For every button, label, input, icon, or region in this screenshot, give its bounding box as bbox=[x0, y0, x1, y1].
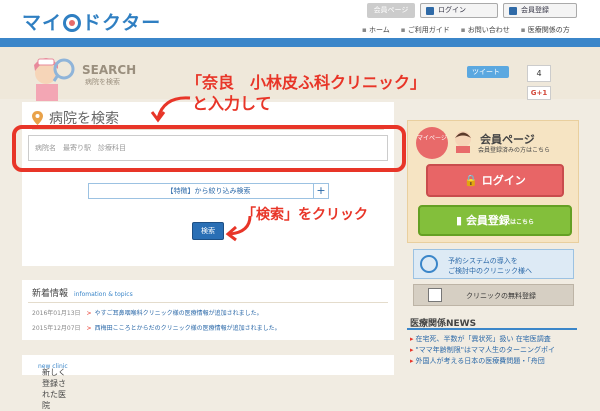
member-face-icon bbox=[455, 131, 471, 153]
free-register-label: クリニックの無料登録 bbox=[466, 292, 536, 300]
logo-text-2: ドクター bbox=[82, 12, 162, 34]
logo-text-1: マイ bbox=[22, 12, 63, 34]
curved-arrow-icon bbox=[225, 215, 252, 242]
sidebar-login-button[interactable]: 🔒 ログイン bbox=[426, 164, 564, 197]
header-register-button[interactable]: 会員登録 bbox=[503, 3, 577, 18]
tweet-button[interactable]: ツイート bbox=[467, 66, 509, 78]
medical-news-item[interactable]: 在宅死、半数が「異状死」扱い 在宅医調査 bbox=[410, 334, 551, 344]
header-login-label: ログイン bbox=[438, 6, 466, 14]
top-buttons: 会員ページ ログイン 会員登録 bbox=[367, 3, 577, 18]
share-count: 4 bbox=[527, 65, 551, 82]
new-clinic-panel: 新しく登録された医院 new clinic bbox=[22, 355, 394, 410]
arrow-icon: > bbox=[86, 325, 92, 332]
logo-mark-icon bbox=[63, 14, 82, 32]
news-link[interactable]: やすご耳鼻咽喉科クリニック様の医療情報が追加されました。 bbox=[95, 310, 263, 317]
hero-search-title: SEARCH bbox=[82, 63, 137, 77]
mypage-badge: マイページ bbox=[416, 127, 448, 159]
gplus-button[interactable]: G+1 bbox=[527, 86, 551, 100]
curved-arrow-icon bbox=[150, 96, 191, 123]
member-box-subtitle: 会員登録済みの方はこちら bbox=[478, 147, 551, 154]
news-panel: 新着情報 infomation & topics 2016年01月13日 > やすご耳… bbox=[22, 280, 394, 340]
site-logo[interactable]: マイ ドクター bbox=[22, 8, 161, 35]
book-icon bbox=[509, 6, 517, 15]
news-item[interactable]: 2016年01月13日 > やすご耳鼻咽喉科クリニック様の医療情報が追加されました。 bbox=[32, 308, 263, 318]
news-title: 新着情報 bbox=[32, 289, 69, 299]
global-nav: ホーム ご利用ガイド お問い合わせ 医療関係の方 bbox=[362, 25, 570, 35]
news-date: 2016年01月13日 bbox=[32, 310, 81, 317]
tweet-label: ツイート bbox=[472, 68, 500, 76]
header-blue-bar bbox=[0, 38, 600, 47]
feature-filter-button[interactable]: 【特徴】から絞り込み検索 + bbox=[88, 183, 329, 199]
plus-icon[interactable]: + bbox=[313, 183, 329, 199]
sidebar-register-label: 会員登録 bbox=[465, 214, 510, 227]
news-subtitle: infomation & topics bbox=[74, 291, 133, 298]
input-highlight-box bbox=[12, 125, 406, 172]
medical-news-item[interactable]: 外国人が考える日本の医療費問題・「舟団 bbox=[410, 356, 545, 366]
system-intro-line2: ご検討中のクリニック様へ bbox=[448, 267, 532, 275]
sidebar-register-suffix: はこちら bbox=[509, 219, 534, 226]
new-clinic-title: 新しく登録された医院 bbox=[42, 368, 66, 410]
medical-news-item[interactable]: "ママ年齢制限"はママ人生のターニングポイ bbox=[410, 345, 555, 355]
system-intro-line1: 予約システムの導入を bbox=[448, 257, 518, 265]
nav-medical[interactable]: 医療関係の方 bbox=[521, 25, 570, 35]
stethoscope-icon bbox=[420, 255, 438, 273]
news-date: 2015年12月07日 bbox=[32, 325, 81, 332]
member-page-tab[interactable]: 会員ページ bbox=[367, 3, 415, 18]
instruction-step1-line2: と入力して bbox=[192, 94, 272, 113]
header-login-button[interactable]: ログイン bbox=[420, 3, 498, 18]
free-register-banner[interactable]: クリニックの無料登録 bbox=[413, 284, 574, 306]
filter-label: 【特徴】から絞り込み検索 bbox=[166, 187, 251, 195]
member-box: マイページ 会員ページ 会員登録済みの方はこちら 🔒 ログイン ▮ 会員登録はこ… bbox=[407, 120, 579, 243]
instruction-step2: 「検索」をクリック bbox=[242, 207, 368, 223]
news-item[interactable]: 2015年12月07日 > 西梅田こころとからだのクリニック様の医療情報が追加されま… bbox=[32, 323, 281, 333]
sidebar-login-label: ログイン bbox=[481, 174, 526, 187]
book-icon: ▮ bbox=[456, 214, 466, 227]
header-register-label: 会員登録 bbox=[521, 6, 549, 14]
lock-icon: 🔒 bbox=[464, 174, 482, 187]
nav-guide[interactable]: ご利用ガイド bbox=[401, 25, 450, 35]
divider bbox=[407, 328, 577, 330]
nurse-illustration-icon bbox=[34, 58, 75, 101]
search-button[interactable]: 検索 bbox=[192, 222, 224, 240]
hero-search-subtitle: 病院を検索 bbox=[85, 78, 120, 86]
document-icon bbox=[428, 288, 442, 302]
sidebar-register-button[interactable]: ▮ 会員登録はこちら bbox=[418, 205, 572, 236]
news-header: 新着情報 infomation & topics bbox=[32, 286, 133, 299]
nav-contact[interactable]: お問い合わせ bbox=[461, 25, 510, 35]
divider bbox=[28, 302, 388, 303]
top-header: マイドクター 会員ページ ログイン 会員登録 ホーム ご利用ガイド お問い合わせ… bbox=[0, 0, 600, 38]
nav-home[interactable]: ホーム bbox=[362, 25, 390, 35]
map-pin-icon bbox=[32, 111, 43, 125]
system-intro-banner[interactable]: 予約システムの導入を ご検討中のクリニック様へ bbox=[413, 249, 574, 279]
lock-icon bbox=[426, 6, 434, 15]
system-intro-text: 予約システムの導入を ご検討中のクリニック様へ bbox=[448, 256, 532, 276]
news-link[interactable]: 西梅田こころとからだのクリニック様の医療情報が追加されました。 bbox=[95, 325, 281, 332]
arrow-icon: > bbox=[86, 310, 92, 317]
